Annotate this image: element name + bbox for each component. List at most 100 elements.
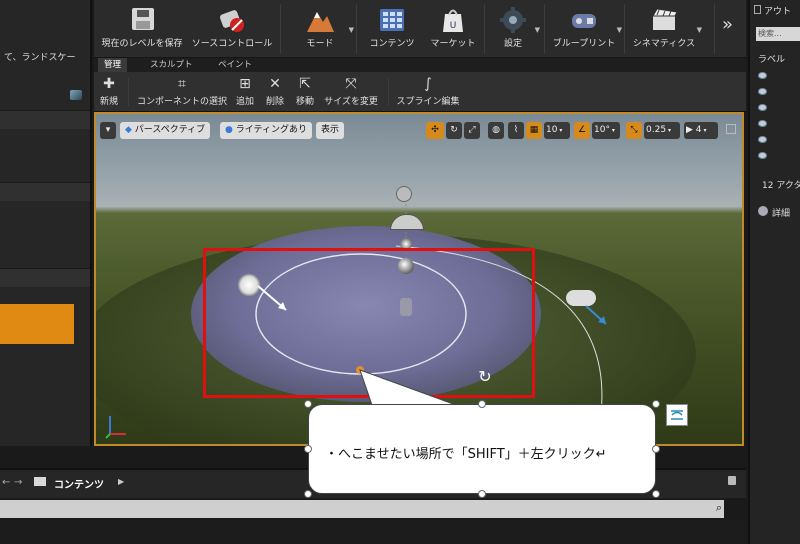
main-toolbar: 現在のレベルを保存 ソースコントロール モード ▼ コンテンツ U マーケット … (94, 0, 746, 58)
save-level-button[interactable]: 現在のレベルを保存 (98, 4, 186, 56)
lock-icon[interactable] (728, 476, 736, 485)
resize-handle[interactable] (652, 400, 660, 408)
add-component-button[interactable]: ⊞ 追加 (232, 74, 258, 110)
outliner-row[interactable] (750, 68, 800, 84)
new-landscape-button[interactable]: ✚ 新規 (96, 74, 122, 110)
blueprint-icon (569, 6, 599, 34)
content-button[interactable]: コンテンツ (362, 4, 422, 56)
left-panel-row[interactable] (0, 182, 90, 201)
move-component-button[interactable]: ⇱ 移動 (292, 74, 318, 110)
toolbar-separator (388, 78, 389, 106)
grid-snap-value[interactable]: 10 ▾ (544, 122, 570, 139)
resize-button[interactable]: ⤧ サイズを変更 (322, 74, 380, 110)
delete-component-button[interactable]: ✕ 削除 (262, 74, 288, 110)
angle-icon: ∠ (577, 125, 587, 135)
forward-arrow-icon[interactable]: → (14, 477, 22, 488)
rotation-snap-toggle[interactable]: ∠ (574, 122, 590, 139)
add-icon: ⊞ (239, 76, 251, 92)
scale-icon: ⤢ (468, 125, 476, 135)
translate-mode-button[interactable]: ✣ (426, 122, 444, 139)
modes-icon (305, 6, 335, 34)
toolbar-overflow-button[interactable]: » (722, 14, 733, 35)
settings-button[interactable]: 設定 ▼ (488, 4, 540, 56)
lighting-mode-button[interactable]: ● ライティングあり (220, 122, 313, 139)
left-panel-highlight[interactable] (0, 304, 74, 344)
tab-paint[interactable]: ペイント (212, 58, 258, 72)
content-area (0, 520, 746, 544)
maximize-viewport-button[interactable] (726, 124, 736, 134)
camera-speed-button[interactable]: ▶ 4 ▾ (684, 122, 718, 139)
resize-handle[interactable] (652, 490, 660, 498)
blueprint-button[interactable]: ブループリント ▼ (548, 4, 622, 56)
visibility-eye-icon[interactable] (758, 72, 767, 79)
chevron-down-icon: ▼ (696, 26, 702, 34)
outliner-search-input[interactable]: 検索... (756, 27, 800, 41)
globe-icon: ◍ (492, 125, 500, 135)
resize-handle[interactable] (652, 445, 660, 453)
cinematics-icon (649, 6, 679, 34)
show-button[interactable]: 表示 (316, 122, 345, 139)
outliner-row[interactable] (750, 132, 800, 148)
text-wrap-icon[interactable] (666, 404, 688, 426)
sky-sphere-icon[interactable] (396, 186, 412, 202)
outliner-row[interactable] (750, 84, 800, 100)
toolbar-separator (128, 78, 129, 106)
scale-snap-value[interactable]: 0.25 ▾ (644, 122, 680, 139)
grid-snap-toggle[interactable]: ▦ (526, 122, 542, 139)
tab-manage[interactable]: 管理 (98, 58, 128, 72)
tab-sculpt[interactable]: スカルプト (144, 58, 199, 72)
content-path-label[interactable]: コンテンツ (54, 476, 104, 491)
spline-edit-button[interactable]: ∫ スプライン編集 (396, 74, 460, 110)
outliner-label-column[interactable]: ラベル (758, 52, 785, 65)
content-search-input[interactable]: ⌕ (0, 500, 724, 518)
camera-icon: ▶ (686, 125, 693, 135)
visibility-eye-icon[interactable] (758, 136, 767, 143)
perspective-icon: ◆ (125, 125, 132, 135)
visibility-eye-icon[interactable] (758, 120, 767, 127)
select-components-button[interactable]: ⌗ コンポーネントの選択 (134, 74, 230, 110)
visibility-eye-icon[interactable] (758, 104, 767, 111)
callout-pointer (359, 369, 457, 406)
select-components-icon: ⌗ (178, 76, 186, 92)
resize-handle[interactable] (304, 445, 312, 453)
lit-sphere-icon: ● (225, 125, 233, 135)
resize-handle[interactable] (478, 490, 486, 498)
world-local-toggle[interactable]: ◍ (488, 122, 504, 139)
outliner-row[interactable] (750, 148, 800, 164)
spline-icon: ∫ (424, 76, 432, 92)
move-icon: ⇱ (299, 76, 311, 92)
search-icon: ⌕ (715, 501, 722, 514)
rotation-snap-value[interactable]: 10° ▾ (592, 122, 620, 139)
visibility-eye-icon[interactable] (758, 88, 767, 95)
viewport-options-button[interactable]: ▾ (100, 122, 116, 139)
outliner-row[interactable] (750, 100, 800, 116)
scale-snap-toggle[interactable]: ⤡ (626, 122, 642, 139)
save-icon (127, 6, 157, 34)
toolbar-separator (624, 4, 625, 54)
surface-snap-button[interactable]: ⌇ (508, 122, 524, 139)
marketplace-button[interactable]: U マーケット (424, 4, 482, 56)
modes-button[interactable]: モード ▼ (288, 4, 354, 56)
chevron-down-icon: ▼ (534, 26, 540, 34)
perspective-button[interactable]: ◆ パースペクティブ (120, 122, 211, 139)
source-control-button[interactable]: ソースコントロール (190, 4, 274, 56)
callout-text: ・へこませたい場所で「SHIFT」＋左クリック↵ (325, 447, 607, 462)
left-panel-row[interactable] (0, 110, 90, 129)
toolbar-separator (280, 4, 281, 54)
outliner-row[interactable] (750, 116, 800, 132)
cinematics-button[interactable]: シネマティクス ▼ (628, 4, 702, 56)
resize-handle[interactable] (304, 400, 312, 408)
resize-handle[interactable] (304, 490, 312, 498)
toolbar-separator (484, 4, 485, 54)
scale-mode-button[interactable]: ⤢ (464, 122, 480, 139)
back-arrow-icon[interactable]: ← (2, 477, 10, 488)
visibility-eye-icon[interactable] (758, 152, 767, 159)
left-panel-icon[interactable] (70, 90, 82, 100)
left-panel-row[interactable] (0, 268, 90, 287)
details-tab[interactable]: 詳細 (772, 206, 800, 219)
axis-indicator (105, 416, 126, 439)
rotate-mode-button[interactable]: ↻ (446, 122, 462, 139)
resize-icon: ⤧ (345, 76, 357, 92)
resize-handle[interactable] (478, 400, 486, 408)
callout-box[interactable]: ・へこませたい場所で「SHIFT」＋左クリック↵ (308, 404, 656, 494)
